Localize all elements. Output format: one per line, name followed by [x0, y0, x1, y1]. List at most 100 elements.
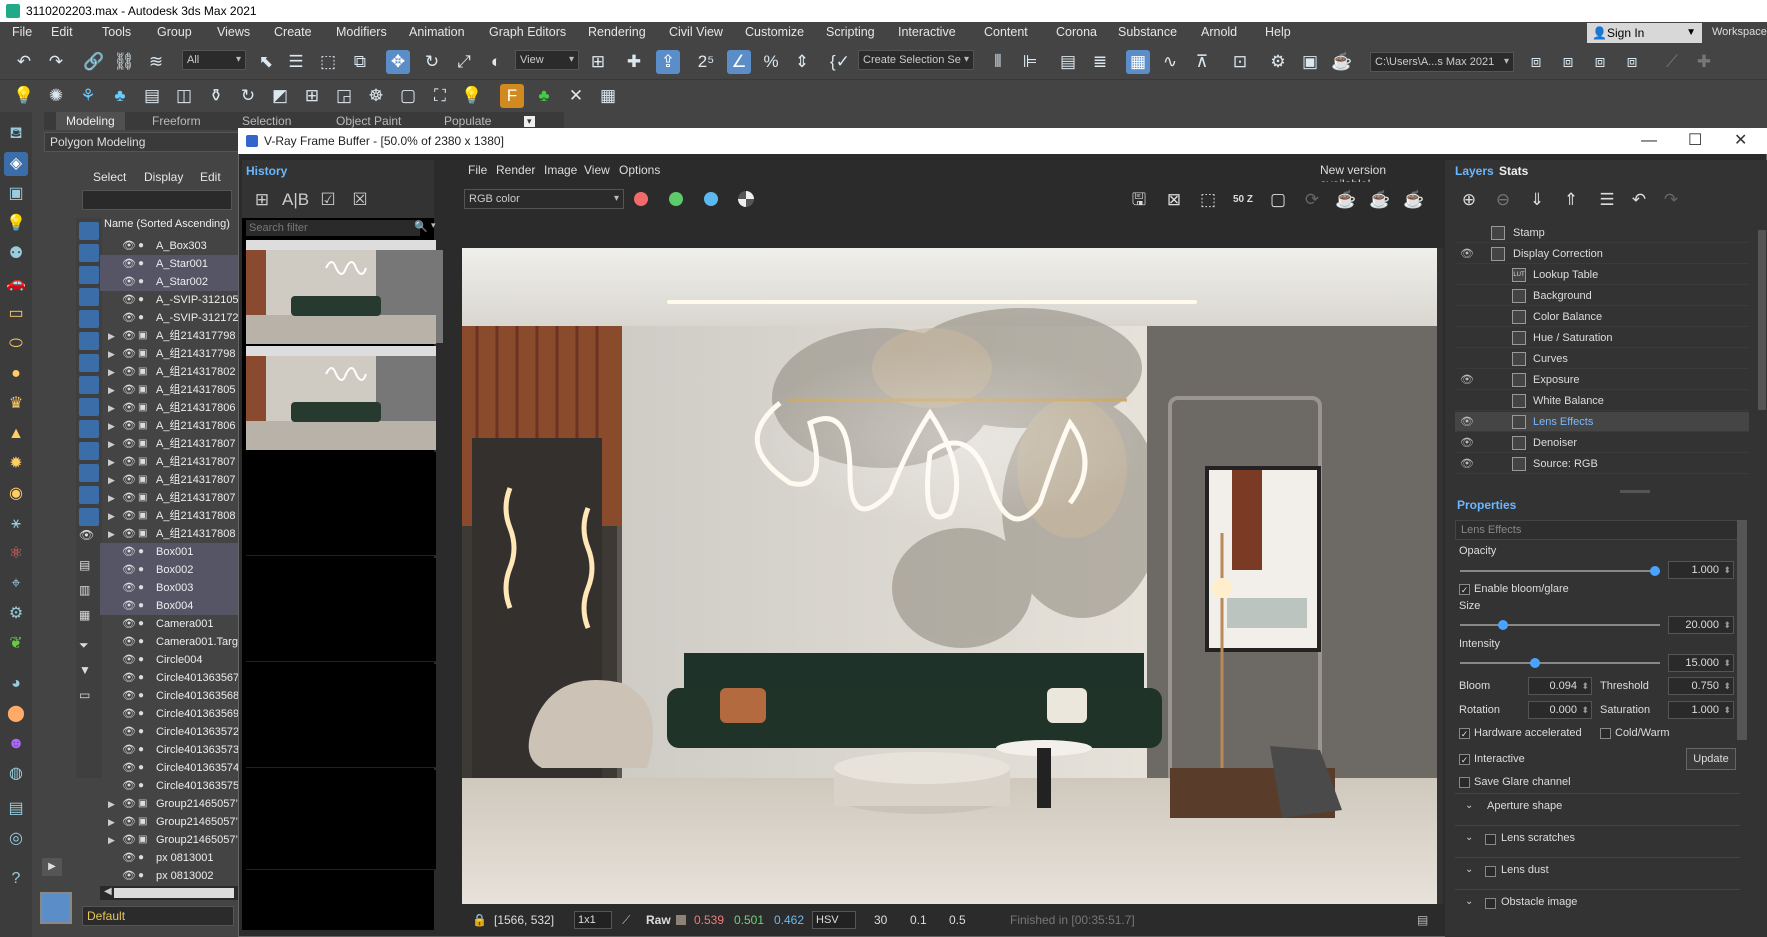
visibility-eye-icon[interactable]: 👁	[122, 795, 136, 813]
visibility-eye-icon[interactable]: 👁	[122, 309, 136, 327]
menu-create[interactable]: Create	[274, 25, 312, 39]
layer-eye-icon[interactable]: 👁	[1460, 370, 1474, 390]
bind-spacewarp-icon[interactable]: ≋	[144, 50, 168, 74]
unlink-icon[interactable]: ⛓	[112, 50, 136, 74]
vfb-menu-view[interactable]: View	[584, 163, 610, 177]
menu-group[interactable]: Group	[157, 25, 192, 39]
expand-arrow-icon[interactable]: ▶	[108, 435, 115, 453]
scale-icon[interactable]: ⤢	[452, 50, 476, 74]
ribbon-tab-object-paint[interactable]: Object Paint	[336, 114, 401, 128]
menu-corona[interactable]: Corona	[1056, 25, 1097, 39]
opacity-slider[interactable]	[1460, 566, 1660, 576]
expand-arrow-icon[interactable]: ▶	[108, 831, 115, 849]
layer-row[interactable]: Hue / Saturation	[1455, 328, 1749, 348]
scene-object-row[interactable]: 👁 ● A_Star001	[100, 255, 240, 273]
percent-snap-icon[interactable]: %	[759, 50, 783, 74]
scene-horizontal-scrollbar[interactable]: ◀	[100, 886, 240, 900]
maximize-icon[interactable]: ☐	[1688, 128, 1702, 154]
enable-bloom-checkbox[interactable]: ✓	[1459, 584, 1470, 595]
project-icon-4[interactable]: ⧈	[1620, 50, 1644, 74]
project-icon-3[interactable]: ⧈	[1588, 50, 1612, 74]
visibility-eye-icon[interactable]: 👁	[122, 399, 136, 417]
ribbon-toggle-icon[interactable]: ▦	[1126, 50, 1150, 74]
properties-scrollbar[interactable]	[1737, 520, 1747, 740]
sun-light-icon[interactable]: ✺	[44, 84, 68, 108]
menu-animation[interactable]: Animation	[409, 25, 465, 39]
vray-object-icon[interactable]: ⚘	[76, 84, 100, 108]
interactive-checkbox[interactable]: ✓	[1459, 754, 1470, 765]
current-layer-field[interactable]: Default	[82, 906, 234, 926]
threshold-input[interactable]: 0.750	[1668, 677, 1734, 695]
scroll-thumb[interactable]	[114, 888, 234, 898]
load-layers-icon[interactable]: ⇑	[1559, 188, 1583, 212]
visibility-eye-icon[interactable]: 👁	[122, 759, 136, 777]
opacity-slider-knob[interactable]	[1650, 566, 1660, 576]
vray-proxy-icon[interactable]: ▤	[140, 84, 164, 108]
expand-arrow-icon[interactable]: ▶	[108, 453, 115, 471]
visibility-eye-icon[interactable]: 👁	[122, 687, 136, 705]
vfb-menu-render[interactable]: Render	[496, 163, 535, 177]
layer-row[interactable]: 👁 Exposure	[1455, 370, 1749, 390]
visibility-eye-icon[interactable]: 👁	[122, 651, 136, 669]
sphere-2-icon[interactable]: ◕	[4, 672, 28, 696]
vray-sphere-icon[interactable]: ⚱	[204, 84, 228, 108]
undo-layer-icon[interactable]: ↶	[1627, 188, 1651, 212]
scene-object-row[interactable]: ▶ 👁 ▣ A_组214317807	[100, 489, 240, 507]
select-manipulate-icon[interactable]: ✚	[622, 50, 646, 74]
scene-object-row[interactable]: ▶ 👁 ▣ A_组214317798	[100, 345, 240, 363]
color-picker-icon[interactable]: ⟋	[622, 913, 630, 928]
green-channel-icon[interactable]	[669, 192, 683, 206]
scene-object-row[interactable]: 👁 ● A_Box303	[100, 237, 240, 255]
lens-scratches-rollout[interactable]: ⌄ Lens scratches	[1455, 825, 1740, 851]
filter-spacewarps-icon[interactable]	[79, 332, 99, 350]
expand-arrow-icon[interactable]: ▶	[108, 525, 115, 543]
expand-arrow-icon[interactable]: ▶	[108, 381, 115, 399]
intensity-input[interactable]: 15.000	[1668, 654, 1734, 672]
obstacle-image-rollout[interactable]: ⌄ Obstacle image	[1455, 889, 1740, 915]
selection-filter-dropdown[interactable]: All	[182, 50, 246, 70]
search-options-icon[interactable]: ▾	[431, 220, 436, 231]
render-interactive-icon[interactable]: ☕	[1334, 188, 1358, 212]
size-input[interactable]: 20.000	[1668, 616, 1734, 634]
scene-object-row[interactable]: ▶ 👁 ▣ Group21465057’	[100, 795, 240, 813]
menu-help[interactable]: Help	[1265, 25, 1291, 39]
rotate-icon[interactable]: ↻	[420, 50, 444, 74]
expand-arrow-icon[interactable]: ▶	[108, 813, 115, 831]
vfb-menu-image[interactable]: Image	[544, 163, 577, 177]
character-icon[interactable]: ☻	[4, 732, 28, 756]
filter-lights-icon[interactable]	[79, 266, 99, 284]
history-title[interactable]: History	[242, 160, 434, 182]
gear-icon[interactable]: ⚙	[4, 602, 28, 626]
menu-graph-editors[interactable]: Graph Editors	[489, 25, 566, 39]
vfb-menu-file[interactable]: File	[468, 163, 487, 177]
vray-refresh-icon[interactable]: ↻	[236, 84, 260, 108]
ribbon-tab-populate[interactable]: Populate	[444, 114, 491, 128]
scene-object-row[interactable]: 👁 ● Circle401363575	[100, 777, 240, 795]
scene-menu-select[interactable]: Select	[93, 170, 126, 184]
history-scrollbar-thumb[interactable]	[435, 250, 443, 343]
filter-shapes-icon[interactable]	[79, 244, 99, 262]
clear-image-icon[interactable]: ⊠	[1162, 188, 1186, 212]
intensity-slider[interactable]	[1460, 658, 1660, 668]
scene-object-row[interactable]: 👁 ● Circle401363572	[100, 723, 240, 741]
vray-fur-icon[interactable]: ♣	[108, 84, 132, 108]
rotation-input[interactable]: 0.000	[1528, 701, 1592, 719]
aperture-shape-rollout[interactable]: ⌄ Aperture shape	[1455, 793, 1740, 819]
scene-menu-edit[interactable]: Edit	[200, 170, 221, 184]
visibility-eye-icon[interactable]: 👁	[122, 597, 136, 615]
list-icon[interactable]: ▤	[79, 558, 99, 576]
delete-layer-icon[interactable]: ⊖	[1491, 188, 1515, 212]
balls-icon[interactable]: ⬤	[4, 702, 28, 726]
history-thumbnail-2[interactable]	[246, 346, 436, 450]
save-image-icon[interactable]: 🖫	[1127, 188, 1151, 212]
visibility-eye-icon[interactable]: 👁	[122, 705, 136, 723]
expand-arrow-icon[interactable]: ▶	[108, 417, 115, 435]
window-crossing-icon[interactable]: ⧉	[348, 50, 372, 74]
menu-file[interactable]: File	[12, 25, 32, 39]
scroll-left-icon[interactable]: ◀	[104, 886, 112, 897]
edit-named-selection-icon[interactable]: {✓	[828, 50, 852, 74]
redo-icon[interactable]: ↷	[44, 50, 68, 74]
rect-selection-icon[interactable]: ⬚	[316, 50, 340, 74]
lock-icon[interactable]: 🔒	[472, 913, 487, 927]
ribbon-tab-selection[interactable]: Selection	[242, 114, 291, 128]
